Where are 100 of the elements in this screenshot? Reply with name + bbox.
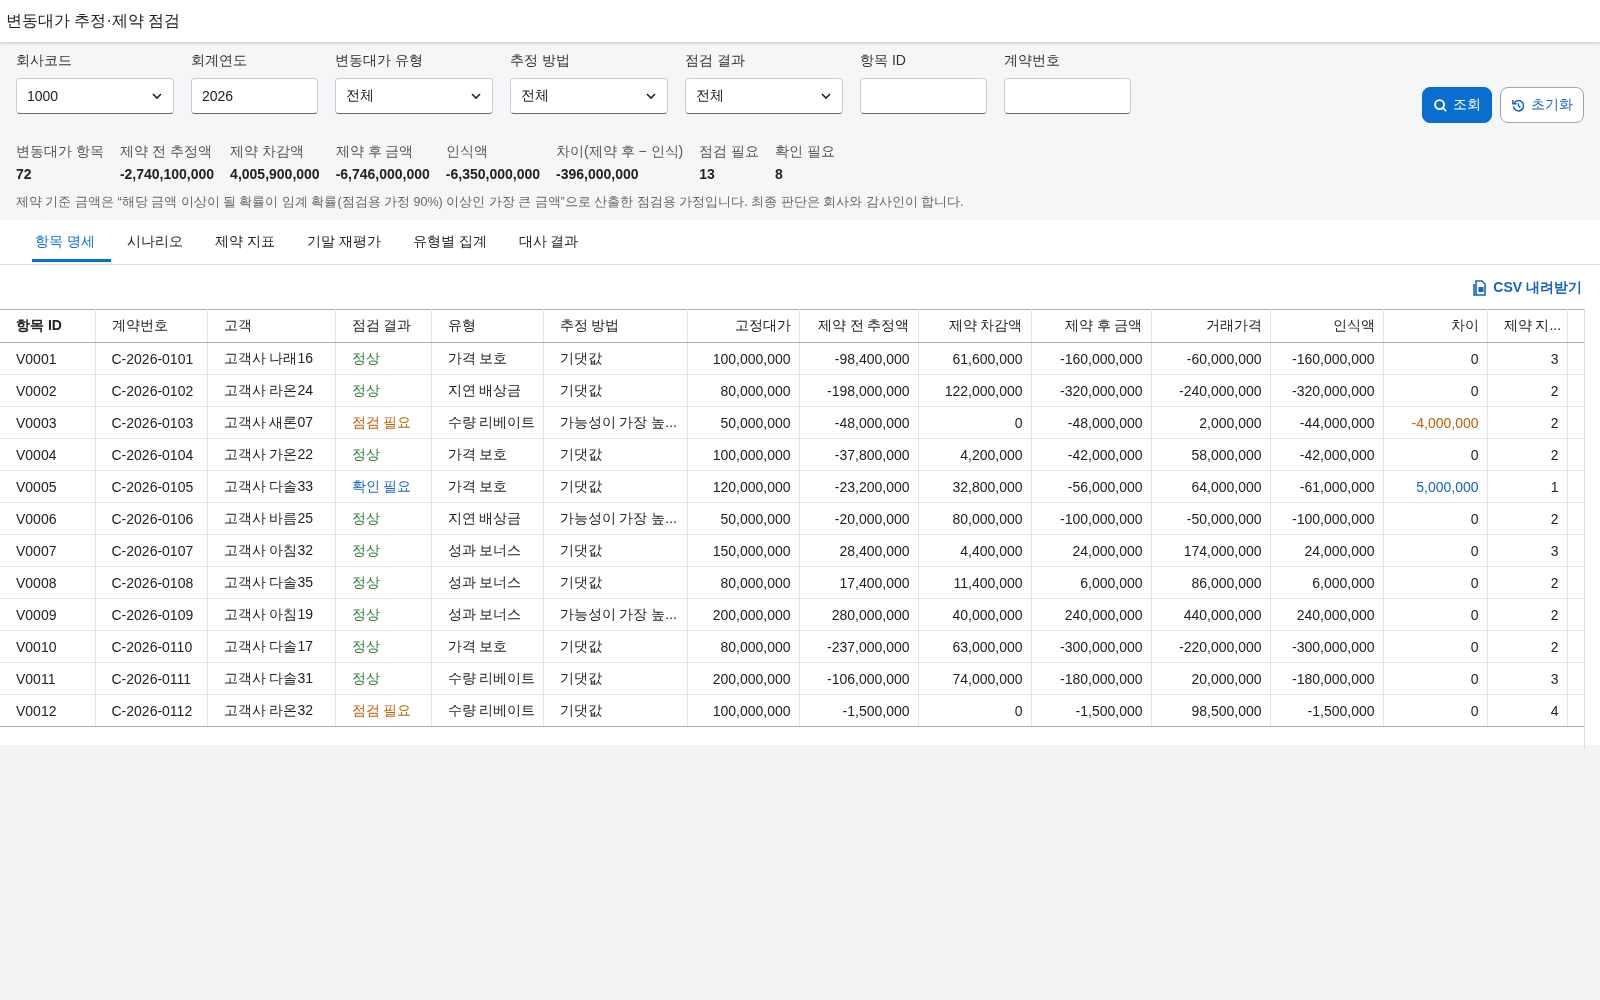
status-text: 정상: [335, 438, 431, 471]
tab[interactable]: 유형별 집계: [409, 220, 503, 262]
column-header: 고객: [207, 309, 335, 343]
tab[interactable]: 기말 재평가: [303, 220, 397, 262]
table-cell: -100,000,000: [1031, 502, 1151, 535]
table-cell: 0: [1383, 566, 1487, 599]
table-cell: -1,500,000: [799, 694, 918, 727]
table-cell: -160,000,000: [1270, 342, 1383, 375]
stat-label: 인식액: [445, 143, 489, 161]
field-label: 계약번호: [1004, 52, 1061, 70]
table-cell: -300,000,000: [1270, 630, 1383, 663]
select-field[interactable]: 전체: [335, 78, 493, 114]
table-cell: 0: [918, 694, 1031, 727]
note-text: 제약 기준 금액은 “해당 금액 이상이 될 확률이 임계 확률(점검용 가정 90%) 이상인 가장 큰 금액”으로 산출한 점검용 가정입니다. 최종 판단은 회사와 감사인이 합니다.: [16, 194, 965, 211]
chevron-down-icon: [151, 90, 163, 102]
table-cell: V0004: [0, 438, 95, 471]
column-header: 차이: [1383, 309, 1487, 343]
table-cell: 3: [1487, 662, 1567, 695]
table-cell: 고객사 아침32: [207, 534, 335, 567]
column-header: 항목 ID: [0, 309, 95, 343]
table-cell: 240,000,000: [1031, 598, 1151, 631]
table-cell: V0012: [0, 694, 95, 727]
search-button[interactable]: 조회: [1422, 87, 1492, 123]
chevron-down-icon: [645, 90, 657, 102]
table-cell: 기댓값: [543, 630, 687, 663]
status-text: 정상: [335, 598, 431, 631]
table-cell: -60,000,000: [1151, 342, 1270, 375]
stat-value: -6,350,000,000: [445, 166, 541, 182]
table-cell: C-2026-0103: [95, 406, 207, 439]
table-cell: 2: [1487, 598, 1567, 631]
stat-label: 점검 필요: [699, 143, 760, 161]
table-cell: 120,000,000: [687, 470, 799, 503]
table-cell: 기댓값: [543, 534, 687, 567]
table-cell: 1: [1487, 470, 1567, 503]
table-cell: C-2026-0105: [95, 470, 207, 503]
table-cell: 98,500,000: [1151, 694, 1270, 727]
table-cell: -61,000,000: [1270, 470, 1383, 503]
status-text: 정상: [335, 662, 431, 695]
table-cell: -300,000,000: [1031, 630, 1151, 663]
table-cell: 지연 배상금: [431, 374, 543, 407]
table-cell: -44,000,000: [1270, 406, 1383, 439]
tab[interactable]: 제약 지표: [211, 220, 291, 262]
table-cell: 32,800,000: [918, 470, 1031, 503]
status-text: 정상: [335, 502, 431, 535]
table-cell: 고객사 다솔17: [207, 630, 335, 663]
table-cell: V0003: [0, 406, 95, 439]
stat-label: 확인 필요: [775, 143, 835, 161]
table-cell: -4,000,000: [1383, 406, 1487, 439]
table-cell: -48,000,000: [1031, 406, 1151, 439]
table-cell: 100,000,000: [687, 342, 799, 375]
input-field[interactable]: [1004, 78, 1131, 114]
table-cell: 고객사 라온32: [207, 694, 335, 727]
table-cell: 150,000,000: [687, 534, 799, 567]
table-cell: 가격 보호: [431, 470, 543, 503]
table-cell: V0007: [0, 534, 95, 567]
stat-label: 제약 전 추정액: [119, 143, 213, 161]
table-cell: 40,000,000: [918, 598, 1031, 631]
tab[interactable]: 대사 결과: [515, 220, 595, 262]
table-cell: 63,000,000: [918, 630, 1031, 663]
table-cell: 고객사 아침19: [207, 598, 335, 631]
table-cell: 24,000,000: [1031, 534, 1151, 567]
table-cell: 20,000,000: [1151, 662, 1270, 695]
tab[interactable]: 시나리오: [123, 220, 199, 262]
input-field[interactable]: [860, 78, 987, 114]
table-cell: 2: [1487, 502, 1567, 535]
reset-button[interactable]: 초기화: [1500, 87, 1584, 123]
field-label: 추정 방법: [510, 52, 571, 70]
table-cell: 고객사 다솔33: [207, 470, 335, 503]
search-icon: [1433, 97, 1448, 113]
table-cell: -56,000,000: [1031, 470, 1151, 503]
table-cell: -1,500,000: [1270, 694, 1383, 727]
table-cell: 80,000,000: [687, 374, 799, 407]
select-field[interactable]: 전체: [510, 78, 668, 114]
input-field[interactable]: 2026: [191, 78, 318, 114]
table-cell: 성과 보너스: [431, 598, 543, 631]
csv-download-link[interactable]: CSV 내려받기: [1472, 279, 1582, 297]
table-cell: C-2026-0104: [95, 438, 207, 471]
select-field[interactable]: 전체: [685, 78, 843, 114]
tab[interactable]: 항목 명세: [32, 220, 111, 262]
table-cell: 11,400,000: [918, 566, 1031, 599]
column-header: 제약 전 추정액: [799, 309, 918, 343]
table-cell: 50,000,000: [687, 406, 799, 439]
table-cell: -320,000,000: [1270, 374, 1383, 407]
stat-value: 8: [775, 166, 784, 182]
table-cell: V0005: [0, 470, 95, 503]
table-cell: 80,000,000: [918, 502, 1031, 535]
select-field[interactable]: 1000: [16, 78, 174, 114]
table-cell: 24,000,000: [1270, 534, 1383, 567]
table-cell: 수량 리베이트: [431, 662, 543, 695]
table-cell: 기댓값: [543, 374, 687, 407]
file-icon: [1472, 280, 1489, 296]
window-title: 변동대가 추정·제약 점검: [6, 10, 181, 31]
table-cell: -180,000,000: [1270, 662, 1383, 695]
table-cell: 기댓값: [543, 662, 687, 695]
status-text: 점검 필요: [335, 694, 431, 727]
chevron-down-icon: [470, 90, 482, 102]
table-cell: 성과 보너스: [431, 534, 543, 567]
table-cell: 4: [1487, 694, 1567, 727]
table-cell: 기댓값: [543, 566, 687, 599]
table-cell: -100,000,000: [1270, 502, 1383, 535]
